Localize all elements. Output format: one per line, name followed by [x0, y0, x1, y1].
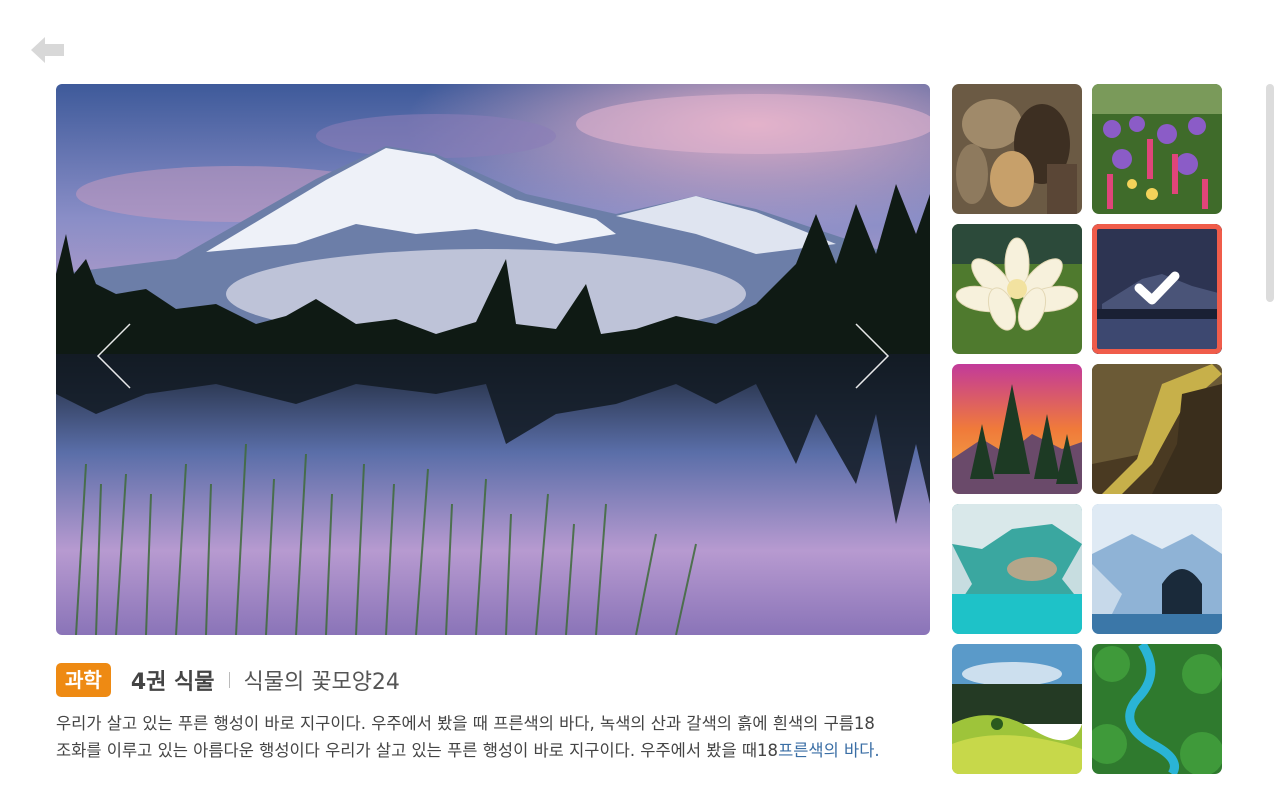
scrollbar-thumb[interactable]: [1266, 84, 1274, 302]
chevron-right-icon: [855, 323, 890, 389]
mountain-lake-scene: [56, 84, 930, 635]
description: 우리가 살고 있는 푸른 행성이 바로 지구이다. 우주에서 봤을 때 프른색의…: [56, 710, 936, 764]
thumbnail-2[interactable]: [1092, 84, 1222, 214]
thumbnail-9[interactable]: [952, 644, 1082, 774]
volume-title: 4권 식물: [130, 670, 215, 695]
arrow-left-icon: [31, 37, 64, 63]
thumbnail-8[interactable]: [1092, 504, 1222, 634]
description-tail: 프른색의 바다.: [778, 741, 880, 760]
thumbnail-4[interactable]: [1092, 224, 1222, 354]
next-image-button[interactable]: [848, 320, 892, 400]
thumbnail-3[interactable]: [952, 224, 1082, 354]
thumbnail-1[interactable]: [952, 84, 1082, 214]
title-divider: [228, 672, 230, 688]
thumbnail-7[interactable]: [952, 504, 1082, 634]
thumbnail-5[interactable]: [952, 364, 1082, 494]
thumbnail-6[interactable]: [1092, 364, 1222, 494]
description-text: 우리가 살고 있는 푸른 행성이 바로 지구이다. 우주에서 봤을 때 프른색의…: [56, 714, 875, 760]
previous-image-button[interactable]: [94, 320, 138, 400]
back-button[interactable]: [28, 32, 68, 68]
thumbnail-10[interactable]: [1092, 644, 1222, 774]
check-icon: [1134, 271, 1180, 305]
content-info: 과학 4권 식물 식물의 꽃모양24 우리가 살고 있는 푸른 행성이 바로 지…: [56, 662, 936, 764]
content-title: 식물의 꽃모양24: [243, 670, 400, 695]
title-row: 과학 4권 식물 식물의 꽃모양24: [56, 662, 936, 698]
chevron-left-icon: [96, 323, 131, 389]
category-badge: 과학: [56, 663, 111, 697]
main-image: [56, 84, 930, 635]
